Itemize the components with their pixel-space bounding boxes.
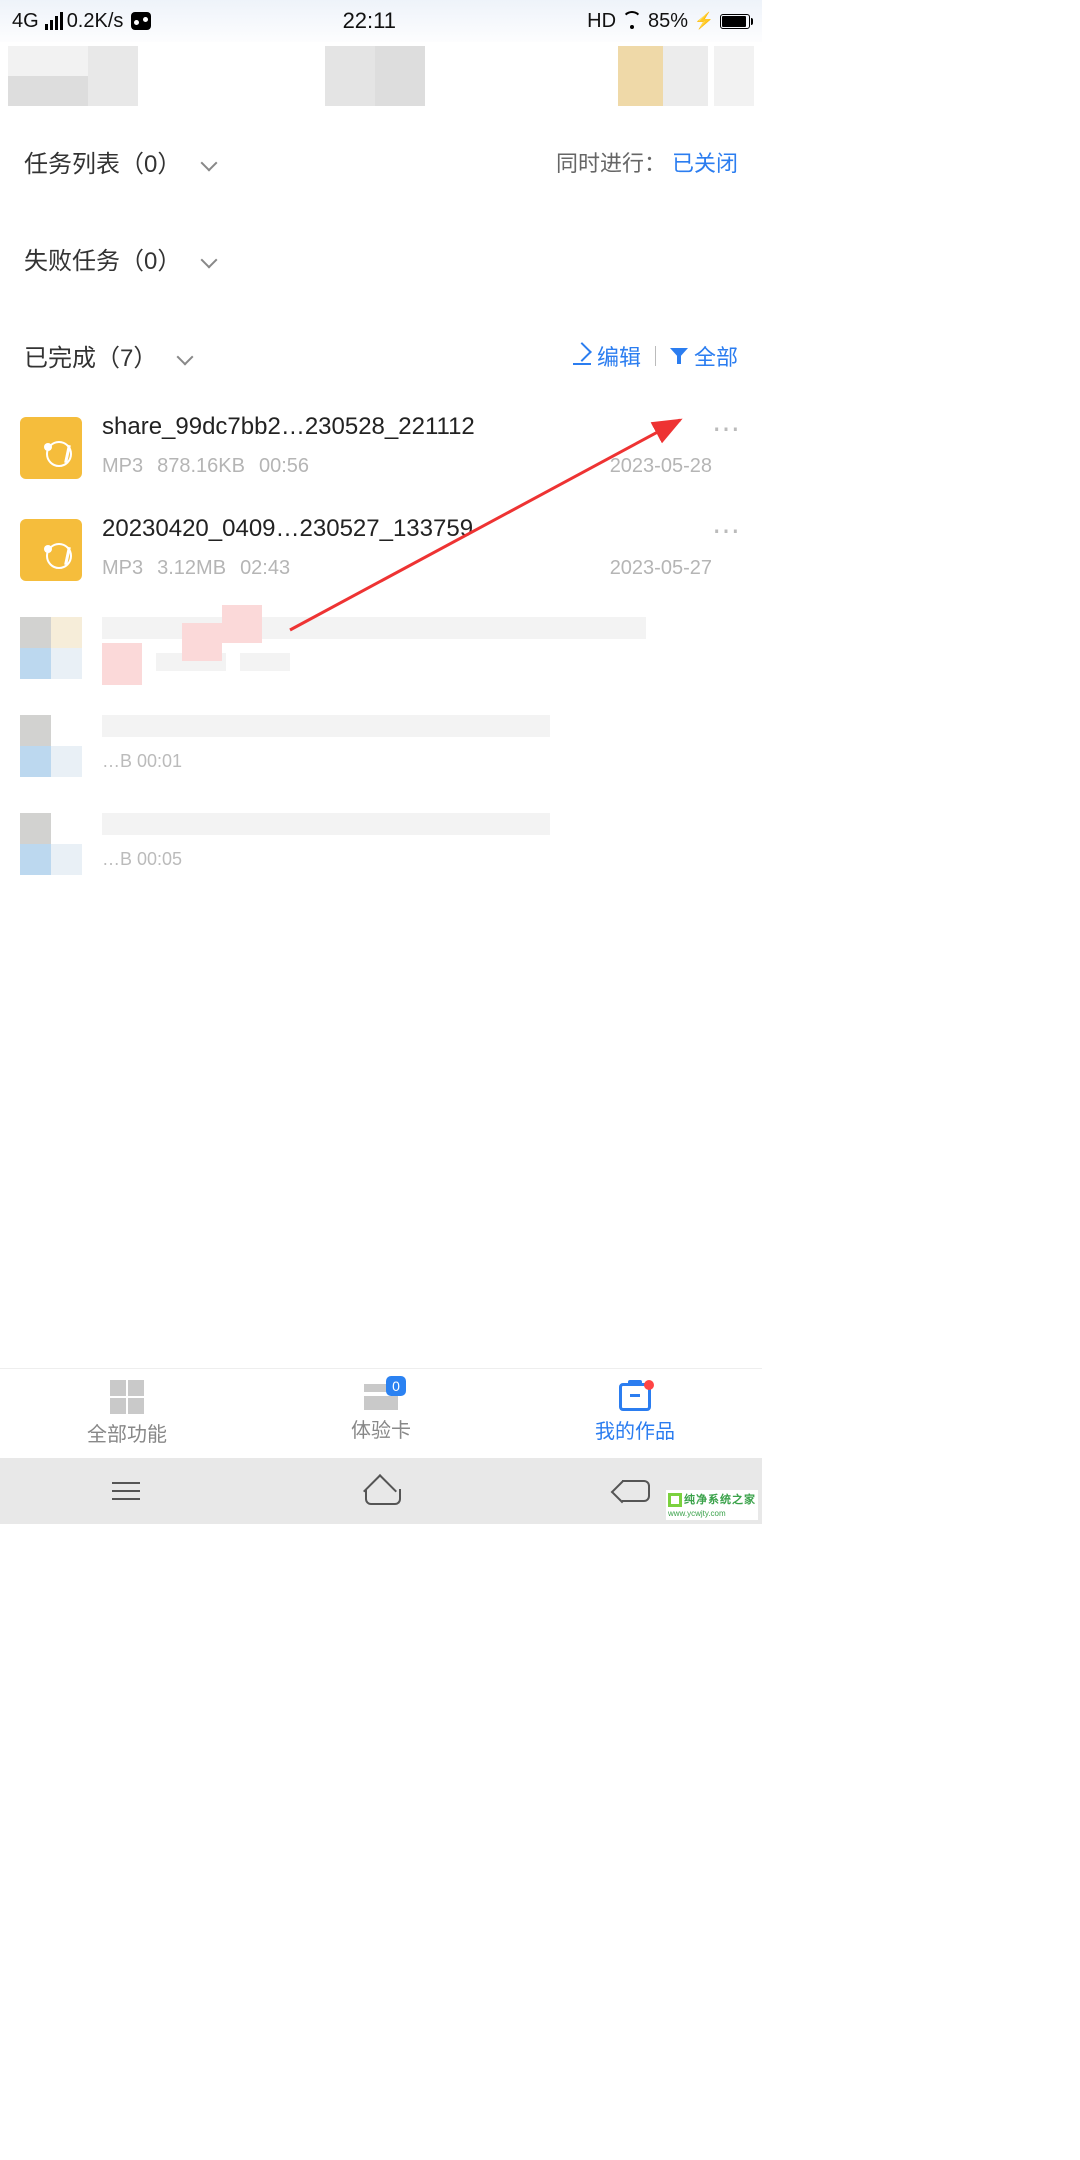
filter-icon bbox=[670, 348, 688, 364]
more-actions-icon[interactable]: ⋯ bbox=[712, 517, 742, 545]
bottom-nav: 全部功能 0 体验卡 我的作品 bbox=[0, 1368, 762, 1458]
file-duration: 02:43 bbox=[240, 557, 290, 580]
blurred-thumb bbox=[20, 617, 82, 679]
status-right: HD 85% ⚡ bbox=[587, 10, 750, 33]
battery-pct: 85% bbox=[648, 10, 688, 33]
back-button[interactable] bbox=[622, 1480, 650, 1502]
blurred-meta: …B 00:01 bbox=[102, 751, 182, 769]
nav-my-works[interactable]: 我的作品 bbox=[508, 1369, 762, 1458]
file-title: share_99dc7bb2…230528_221112 bbox=[102, 413, 712, 441]
list-item-blurred bbox=[20, 599, 742, 697]
grid-icon bbox=[110, 1380, 144, 1414]
watermark: 纯净系统之家 www.ycwjty.com bbox=[666, 1490, 758, 1520]
more-actions-icon[interactable]: ⋯ bbox=[712, 415, 742, 443]
chevron-down-icon bbox=[201, 252, 215, 266]
status-left: 4G 0.2K/s bbox=[12, 10, 151, 33]
notification-icon bbox=[131, 12, 151, 30]
blurred-meta: …B 00:05 bbox=[102, 849, 182, 867]
watermark-title: 纯净系统之家 bbox=[684, 1494, 756, 1506]
file-duration: 00:56 bbox=[259, 455, 309, 478]
watermark-url: www.ycwjty.com bbox=[668, 1509, 726, 1518]
completed-label: 已完成（7） bbox=[24, 338, 157, 373]
nav-experience-card[interactable]: 0 体验卡 bbox=[254, 1369, 508, 1458]
signal-icon bbox=[45, 12, 63, 30]
blurred-thumb bbox=[20, 813, 82, 875]
nav-all-functions[interactable]: 全部功能 bbox=[0, 1369, 254, 1458]
file-format: MP3 bbox=[102, 455, 143, 478]
hd-indicator: HD bbox=[587, 10, 616, 33]
clock: 22:11 bbox=[151, 8, 587, 34]
file-size: 878.16KB bbox=[157, 455, 245, 478]
blurred-thumb bbox=[20, 715, 82, 777]
chevron-down-icon bbox=[201, 155, 215, 169]
nav-label: 我的作品 bbox=[595, 1415, 675, 1444]
divider bbox=[655, 346, 656, 366]
recent-apps-button[interactable] bbox=[112, 1490, 140, 1492]
list-item-blurred: …B 00:05 bbox=[20, 795, 742, 893]
file-size: 3.12MB bbox=[157, 557, 226, 580]
battery-icon bbox=[720, 14, 750, 29]
concurrent-label: 同时进行： bbox=[556, 146, 666, 178]
failed-tasks-section[interactable]: 失败任务（0） bbox=[0, 219, 762, 298]
edit-button[interactable]: 编辑 bbox=[597, 340, 641, 372]
charging-icon: ⚡ bbox=[694, 11, 714, 31]
wifi-icon bbox=[622, 13, 642, 29]
file-date: 2023-05-28 bbox=[610, 455, 712, 478]
file-title: 20230420_0409…230527_133759 bbox=[102, 515, 712, 543]
audio-file-icon bbox=[20, 417, 82, 479]
task-list-section[interactable]: 任务列表（0） 同时进行： 已关闭 bbox=[0, 122, 762, 201]
list-item[interactable]: share_99dc7bb2…230528_221112 MP3 878.16K… bbox=[20, 395, 742, 497]
completed-section[interactable]: 已完成（7） 编辑 全部 bbox=[0, 316, 762, 395]
list-item-blurred: …B 00:01 bbox=[20, 697, 742, 795]
edit-icon bbox=[573, 347, 591, 365]
home-button[interactable] bbox=[365, 1479, 397, 1503]
nav-label: 全部功能 bbox=[87, 1418, 167, 1447]
card-icon: 0 bbox=[364, 1384, 398, 1410]
mosaic-header bbox=[0, 42, 762, 122]
status-bar: 4G 0.2K/s 22:11 HD 85% ⚡ bbox=[0, 0, 762, 42]
card-badge: 0 bbox=[386, 1376, 406, 1396]
net-speed: 0.2K/s bbox=[67, 10, 124, 33]
concurrent-value[interactable]: 已关闭 bbox=[672, 146, 738, 178]
file-list: share_99dc7bb2…230528_221112 MP3 878.16K… bbox=[0, 395, 762, 893]
failed-tasks-label: 失败任务（0） bbox=[24, 241, 181, 276]
audio-file-icon bbox=[20, 519, 82, 581]
file-format: MP3 bbox=[102, 557, 143, 580]
network-type: 4G bbox=[12, 10, 39, 33]
list-item[interactable]: 20230420_0409…230527_133759 MP3 3.12MB 0… bbox=[20, 497, 742, 599]
task-list-label: 任务列表（0） bbox=[24, 144, 181, 179]
nav-label: 体验卡 bbox=[351, 1414, 411, 1443]
filter-button[interactable]: 全部 bbox=[694, 340, 738, 372]
works-icon bbox=[619, 1383, 651, 1411]
system-navbar bbox=[0, 1458, 762, 1524]
chevron-down-icon bbox=[177, 349, 191, 363]
file-date: 2023-05-27 bbox=[610, 557, 712, 580]
